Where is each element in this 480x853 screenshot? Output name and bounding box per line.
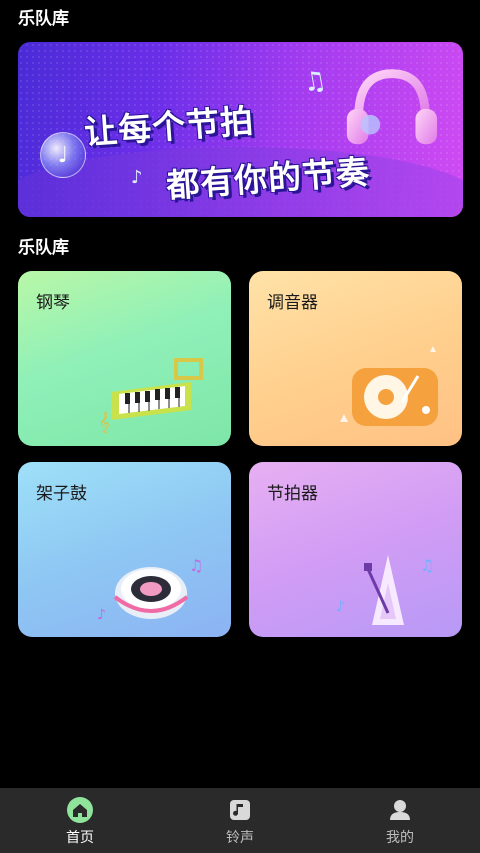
page-title: 乐队库	[18, 9, 69, 29]
bottom-tab-bar: 首页 铃声 我的	[0, 788, 480, 853]
card-drum[interactable]: 架子鼓 ♫ ♪	[18, 462, 231, 637]
section-title: 乐队库	[18, 238, 69, 258]
metronome-icon: ♫ ♪	[336, 555, 434, 625]
card-label: 钢琴	[36, 293, 70, 313]
tab-label: 首页	[66, 830, 94, 846]
home-icon	[65, 797, 95, 823]
music-note-small-icon: ♪	[131, 167, 143, 188]
tab-ringtone[interactable]: 铃声	[160, 788, 320, 853]
card-label: 调音器	[267, 293, 318, 313]
card-label: 节拍器	[267, 484, 318, 504]
svg-text:𝄞: 𝄞	[99, 412, 110, 433]
svg-text:♫: ♫	[189, 556, 203, 575]
card-piano[interactable]: 钢琴 𝄞	[18, 271, 231, 446]
tab-label: 铃声	[226, 830, 254, 846]
piano-icon: 𝄞	[99, 358, 203, 433]
svg-text:♪: ♪	[97, 607, 106, 623]
music-note-icon	[225, 797, 255, 823]
card-label: 架子鼓	[36, 484, 87, 504]
card-tuner[interactable]: 调音器	[249, 271, 462, 446]
headphones-icon	[346, 69, 438, 145]
tab-home[interactable]: 首页	[0, 788, 160, 853]
svg-text:♪: ♪	[336, 599, 345, 615]
promo-banner[interactable]: ♩ ♫ ♪ 让每个节拍 都有你的节奏	[18, 42, 463, 217]
tab-label: 我的	[386, 830, 414, 846]
card-metronome[interactable]: 节拍器 ♫ ♪	[249, 462, 462, 637]
drum-icon: ♫ ♪	[97, 556, 203, 623]
turntable-icon	[340, 346, 438, 426]
user-icon	[385, 797, 415, 823]
music-note-icon: ♫	[300, 65, 329, 99]
tab-profile[interactable]: 我的	[320, 788, 480, 853]
music-bubble-icon: ♩	[40, 132, 86, 178]
svg-text:♫: ♫	[420, 556, 434, 575]
